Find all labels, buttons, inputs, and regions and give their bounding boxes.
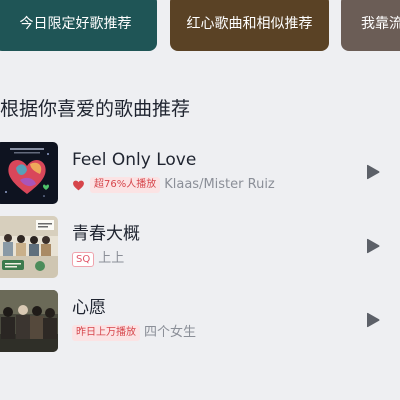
card-label: 今日限定好歌推荐: [19, 15, 132, 32]
song-row[interactable]: Feel Only Love 超76%人播放 Klaas/Mister Ruiz: [0, 142, 400, 204]
song-row[interactable]: 青春大概 SQ 上上: [0, 216, 400, 278]
card-label: 我靠流: [361, 15, 400, 32]
song-meta: 超76%人播放 Klaas/Mister Ruiz: [72, 176, 275, 194]
card-daily-picks[interactable]: 今日限定好歌推荐: [0, 0, 157, 51]
card-label: 红心歌曲和相似推荐: [186, 15, 313, 32]
song-meta: SQ 上上: [72, 250, 124, 268]
song-title: 青春大概: [72, 224, 140, 244]
album-cover-group-photo: [0, 216, 58, 278]
sq-quality-badge: SQ: [72, 251, 95, 267]
song-title: Feel Only Love: [72, 150, 197, 170]
album-cover[interactable]: [0, 290, 58, 352]
play-icon[interactable]: [366, 164, 380, 180]
album-cover[interactable]: [0, 142, 58, 204]
card-third[interactable]: 我靠流: [341, 0, 400, 51]
album-cover-band-photo: [0, 290, 58, 352]
artist-name: 四个女生: [144, 325, 197, 340]
section-title: 根据你喜爱的歌曲推荐: [0, 98, 191, 120]
album-cover[interactable]: [0, 216, 58, 278]
artist-name: 上上: [98, 251, 125, 266]
song-row[interactable]: 心愿 昨日上万播放 四个女生: [0, 290, 400, 352]
recommend-cards: 今日限定好歌推荐 红心歌曲和相似推荐 我靠流: [0, 0, 400, 52]
card-liked-similar[interactable]: 红心歌曲和相似推荐: [170, 0, 329, 51]
song-meta: 昨日上万播放 四个女生: [72, 324, 196, 342]
play-stat-badge: 昨日上万播放: [72, 325, 140, 341]
artist-name: Klaas/Mister Ruiz: [164, 177, 275, 192]
play-icon[interactable]: [366, 238, 380, 254]
song-title: 心愿: [72, 298, 106, 318]
heart-icon[interactable]: [72, 179, 85, 192]
play-stat-badge: 超76%人播放: [90, 177, 161, 193]
play-icon[interactable]: [366, 312, 380, 328]
album-cover-heart-art: [0, 142, 58, 204]
